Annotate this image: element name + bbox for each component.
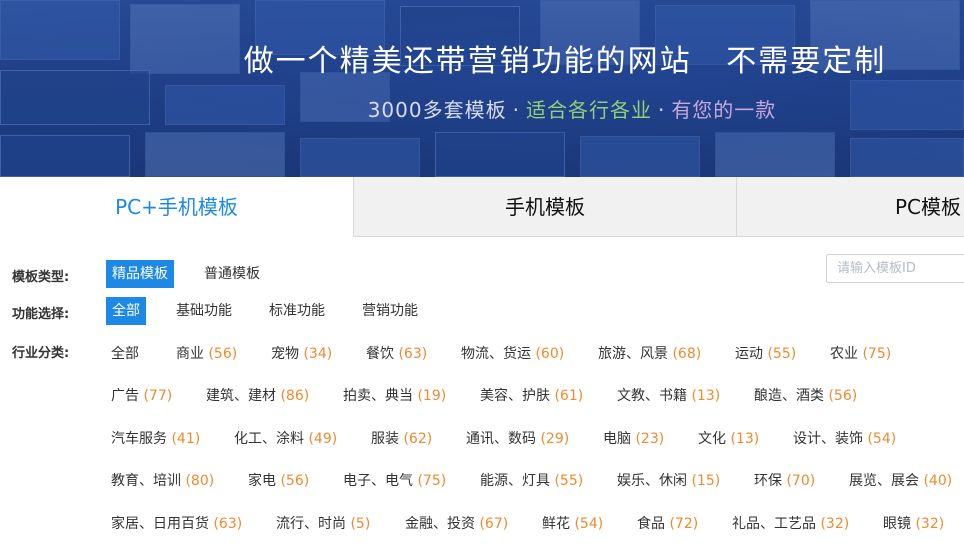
template-id-search-input[interactable] xyxy=(826,254,964,283)
tab-mobile[interactable]: 手机模板 xyxy=(353,177,736,237)
industry-item[interactable]: 电脑 (23) xyxy=(603,427,664,451)
industry-item[interactable]: 文化 (13) xyxy=(698,427,759,451)
industry-item[interactable]: 通讯、数码 (29) xyxy=(466,427,569,451)
industry-item[interactable]: 广告 (77) xyxy=(111,384,172,408)
industry-item[interactable]: 服装 (62) xyxy=(371,427,432,451)
industry-item[interactable]: 全部 xyxy=(111,342,139,366)
template-type-label: 模板类型: xyxy=(12,270,70,285)
industry-item[interactable]: 食品 (72) xyxy=(637,512,698,536)
industry-item[interactable]: 建筑、建材 (86) xyxy=(206,384,309,408)
tab-pc[interactable]: PC模板 xyxy=(736,177,964,237)
industry-item[interactable]: 宠物 (34) xyxy=(271,342,332,366)
industry-item[interactable]: 物流、货运 (60) xyxy=(461,342,564,366)
industry-item[interactable]: 美容、护肤 (61) xyxy=(480,384,583,408)
tab-pc-mobile[interactable]: PC+手机模板 xyxy=(0,177,353,237)
type-option-premium[interactable]: 精品模板 xyxy=(106,260,174,288)
subtitle-separator: · xyxy=(657,98,666,122)
industry-item[interactable]: 化工、涂料 (49) xyxy=(234,427,337,451)
industry-item[interactable]: 流行、时尚 (5) xyxy=(276,512,370,536)
industry-item[interactable]: 鲜花 (54) xyxy=(542,512,603,536)
industry-item[interactable]: 酿造、酒类 (56) xyxy=(754,384,857,408)
industry-item[interactable]: 能源、灯具 (55) xyxy=(480,469,583,493)
industry-item[interactable]: 运动 (55) xyxy=(735,342,796,366)
function-option-standard[interactable]: 标准功能 xyxy=(263,297,331,325)
industry-item[interactable]: 教育、培训 (80) xyxy=(111,469,214,493)
industry-item[interactable]: 设计、装饰 (54) xyxy=(793,427,896,451)
industry-item[interactable]: 礼品、工艺品 (32) xyxy=(732,512,849,536)
industry-label: 行业分类: xyxy=(12,346,70,361)
industry-item[interactable]: 环保 (70) xyxy=(754,469,815,493)
industry-item[interactable]: 家电 (56) xyxy=(248,469,309,493)
industry-item[interactable]: 商业 (56) xyxy=(176,342,237,366)
subtitle-template-count: 3000多套模板 xyxy=(367,98,507,122)
industry-item[interactable]: 娱乐、休闲 (15) xyxy=(617,469,720,493)
industry-item[interactable]: 展览、展会 (40) xyxy=(849,469,952,493)
industry-item[interactable]: 文教、书籍 (13) xyxy=(617,384,720,408)
banner-subtitle: 3000多套模板 · 适合各行各业 · 有您的一款 xyxy=(0,94,964,123)
function-select-label: 功能选择: xyxy=(12,307,70,322)
banner-title: 做一个精美还带营销功能的网站 不需要定制 xyxy=(243,44,887,79)
industry-item[interactable]: 金融、投资 (67) xyxy=(405,512,508,536)
template-tabs: PC+手机模板 手机模板 PC模板 xyxy=(0,177,964,237)
type-option-normal[interactable]: 普通模板 xyxy=(198,260,266,288)
industry-item[interactable]: 电子、电气 (75) xyxy=(343,469,446,493)
hero-banner: 做一个精美还带营销功能的网站 不需要定制 3000多套模板 · 适合各行各业 · 有您的… xyxy=(0,0,964,177)
function-option-marketing[interactable]: 营销功能 xyxy=(356,297,424,325)
industry-item[interactable]: 旅游、风景 (68) xyxy=(598,342,701,366)
industry-item[interactable]: 眼镜 (32) xyxy=(883,512,944,536)
function-option-all[interactable]: 全部 xyxy=(106,297,146,325)
banner-overlay xyxy=(0,0,964,177)
subtitle-separator: · xyxy=(512,98,520,122)
function-option-basic[interactable]: 基础功能 xyxy=(170,297,238,325)
subtitle-tagline: 有您的一款 xyxy=(671,98,777,122)
industry-item[interactable]: 家居、日用百货 (63) xyxy=(111,512,242,536)
industry-item[interactable]: 汽车服务 (41) xyxy=(111,427,200,451)
industry-item[interactable]: 餐饮 (63) xyxy=(366,342,427,366)
subtitle-industries: 适合各行各业 xyxy=(525,98,652,122)
industry-item[interactable]: 农业 (75) xyxy=(830,342,891,366)
industry-item[interactable]: 拍卖、典当 (19) xyxy=(343,384,446,408)
